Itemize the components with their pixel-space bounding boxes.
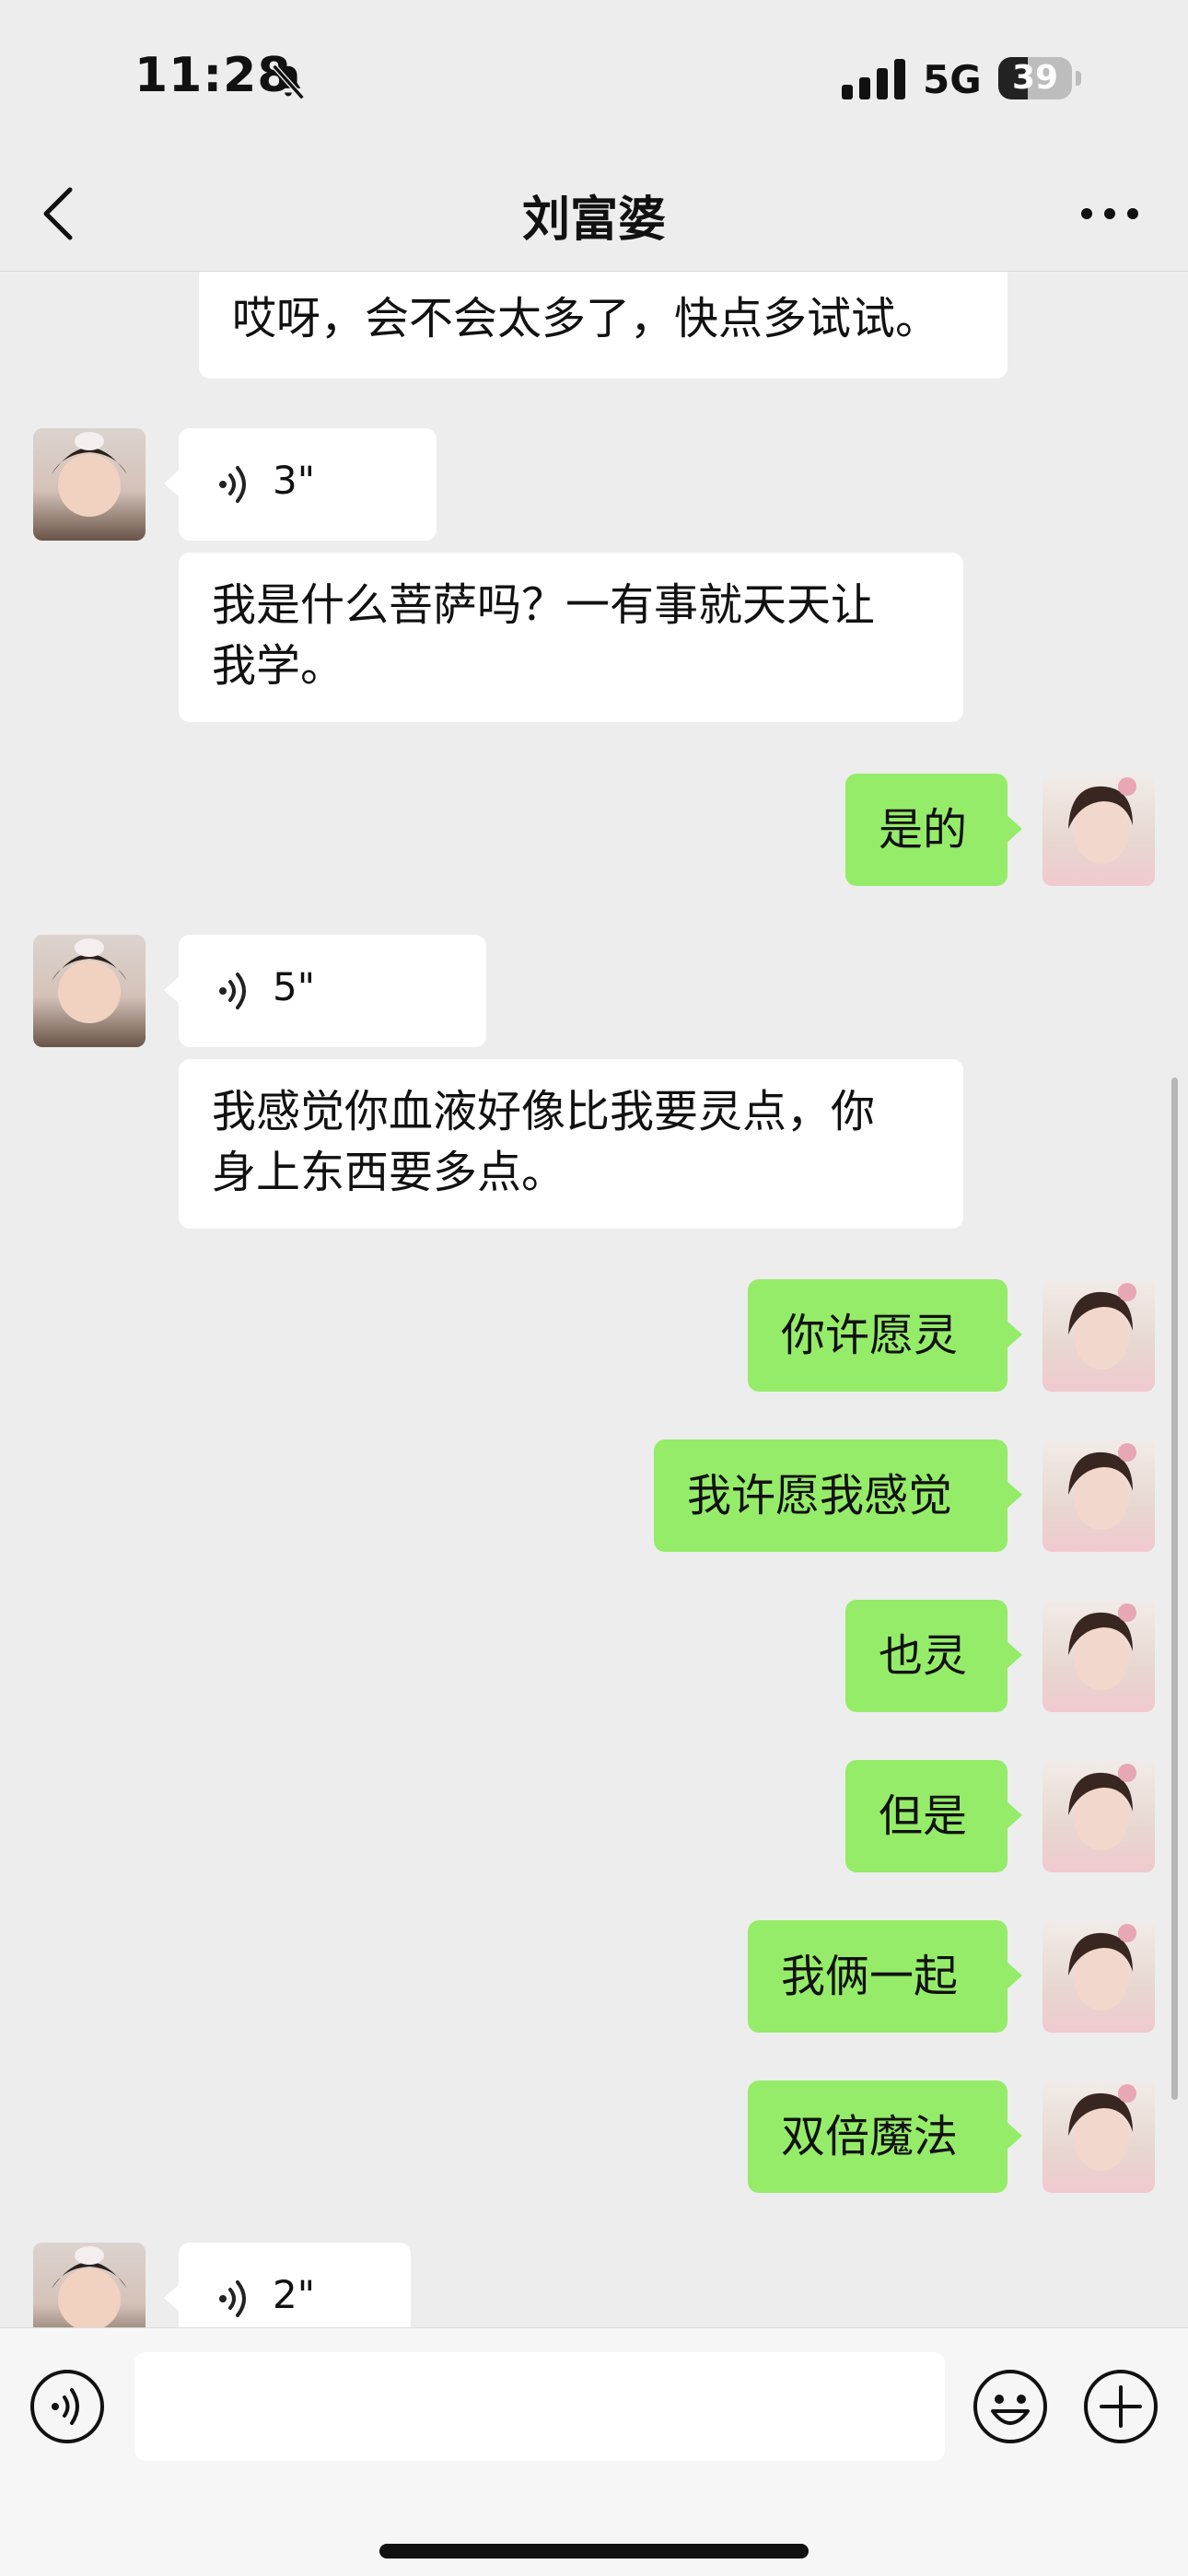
my-avatar[interactable] (1042, 774, 1155, 886)
outgoing-text-bubble[interactable]: 我俩一起 (748, 1920, 1022, 2033)
outgoing-text-bubble[interactable]: 我许愿我感觉 (654, 1440, 1022, 1552)
voice-duration: 2" (273, 2272, 316, 2317)
signal-icon (842, 59, 905, 99)
my-avatar[interactable] (1042, 1760, 1155, 1872)
outgoing-text-bubble[interactable]: 是的 (845, 774, 1022, 886)
my-avatar[interactable] (1042, 2081, 1155, 2193)
contact-avatar[interactable] (33, 2243, 146, 2327)
message-text: 我许愿我感觉 (687, 1470, 953, 1521)
network-type: 5G (923, 57, 982, 102)
contact-avatar[interactable] (33, 935, 146, 1047)
outgoing-text-bubble[interactable]: 你许愿灵 (748, 1279, 1022, 1392)
message-line: 我学。 (212, 640, 345, 692)
bell-muted-icon (272, 64, 305, 100)
incoming-text-bubble[interactable]: 哎呀，会不会太多了，快点多试试。 (199, 272, 1007, 379)
contact-avatar[interactable] (33, 428, 146, 541)
message-input[interactable] (134, 2352, 945, 2461)
message-text: 你许愿灵 (781, 1310, 959, 1361)
emoji-icon[interactable] (971, 2367, 1050, 2446)
voice-duration: 5" (273, 964, 316, 1009)
voice-duration: 3" (273, 458, 316, 503)
message-list[interactable]: 哎呀，会不会太多了，快点多试试。 3" 我是什么菩萨吗？一有事就天天让 我学。 … (0, 272, 1188, 2327)
message-line: 我感觉你血液好像比我要灵点，你 (212, 1086, 876, 1137)
voice-mode-icon[interactable] (28, 2367, 107, 2446)
voice-wave-icon (219, 2280, 246, 2317)
my-avatar[interactable] (1042, 1279, 1155, 1392)
message-line: 身上东西要多点。 (212, 1147, 566, 1198)
incoming-voice-bubble[interactable]: 2" (164, 2243, 411, 2327)
chat-header: 刘富婆 (0, 157, 1188, 272)
status-bar: 11:28 5G 39 (0, 0, 1188, 157)
plus-icon[interactable] (1081, 2367, 1160, 2446)
message-line: 我是什么菩萨吗？一有事就天天让 (212, 579, 876, 631)
message-text: 但是 (879, 1790, 968, 1842)
more-options-icon[interactable] (1077, 197, 1142, 230)
input-bar (0, 2327, 1188, 2576)
message-text: 我俩一起 (781, 1951, 959, 2002)
incoming-text-bubble[interactable]: 我感觉你血液好像比我要灵点，你 身上东西要多点。 (179, 1059, 963, 1229)
my-avatar[interactable] (1042, 1440, 1155, 1552)
battery-icon: 39 (998, 57, 1081, 101)
my-avatar[interactable] (1042, 1920, 1155, 2033)
outgoing-text-bubble[interactable]: 双倍魔法 (748, 2081, 1022, 2193)
scrollbar[interactable] (1171, 1078, 1178, 2100)
voice-wave-icon (219, 466, 246, 503)
home-indicator[interactable] (379, 2544, 809, 2559)
message-text: 双倍魔法 (781, 2111, 959, 2162)
message-text: 哎呀，会不会太多了，快点多试试。 (232, 293, 940, 344)
message-text: 也灵 (879, 1630, 968, 1682)
battery-level: 39 (1011, 59, 1059, 97)
incoming-text-bubble[interactable]: 我是什么菩萨吗？一有事就天天让 我学。 (179, 553, 963, 722)
voice-wave-icon (219, 973, 246, 1009)
outgoing-text-bubble[interactable]: 但是 (845, 1760, 1022, 1872)
message-text: 是的 (879, 804, 968, 856)
chat-title: 刘富婆 (521, 192, 666, 248)
incoming-voice-bubble[interactable]: 3" (164, 428, 437, 541)
outgoing-text-bubble[interactable]: 也灵 (845, 1600, 1022, 1712)
my-avatar[interactable] (1042, 1600, 1155, 1712)
incoming-voice-bubble[interactable]: 5" (164, 935, 486, 1047)
